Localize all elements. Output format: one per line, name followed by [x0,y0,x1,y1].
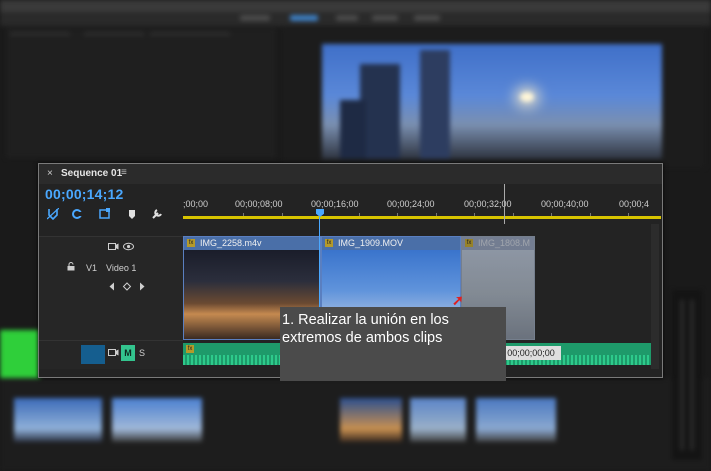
ruler-label: 00;00;4 [619,199,650,209]
ruler-label: 00;00;16;00 [311,199,359,209]
linked-selection-icon[interactable] [71,208,83,220]
camera-icon[interactable] [108,242,119,253]
bg-thumbnail [476,398,556,442]
bg-thumbnail [410,398,466,442]
bg-thumbnail [340,398,402,442]
track-target-button[interactable] [81,345,105,364]
bg-street-lamp [520,92,534,102]
caption-line-2: extremos de ambos clips [282,330,443,346]
bg-line [84,32,144,36]
caption-line-1: 1. Realizar la unión en los [282,312,449,328]
bg-line [150,32,230,36]
video-track-header[interactable]: V1 Video 1 [39,236,183,341]
bg-source-panel [6,28,276,158]
solo-button[interactable]: S [139,348,145,358]
ruler-label: 00;00;24;00 [387,199,435,209]
bg-building [340,100,366,159]
fx-badge-icon: fx [465,239,473,247]
sequence-tab[interactable]: Sequence 01 [61,168,122,179]
track-name[interactable]: Video 1 [106,263,136,273]
fx-badge-icon: fx [186,345,194,353]
bg-building [360,64,400,159]
instruction-caption: 1. Realizar la unión en los extremos de … [280,307,506,381]
clip-name: IMG_1909.MOV [338,238,404,248]
camera-icon[interactable] [108,348,119,359]
eye-icon[interactable] [123,242,134,253]
lock-icon[interactable] [67,262,75,273]
ruler-label: ;00;00 [183,199,209,209]
audio-track-header[interactable]: M S [39,340,183,369]
bg-tab [240,15,270,21]
ruler-label: 00;00;40;00 [541,199,589,209]
playhead-timecode[interactable]: 00;00;14;12 [45,186,123,202]
cursor-line [504,184,505,224]
keyframe-nav-icon[interactable] [109,282,145,293]
time-ruler[interactable]: ;00;00 00;00;08;00 00;00;16;00 00;00;24;… [183,192,661,217]
bg-tab [290,15,318,21]
timecode-tooltip: 00;00;00;00 [501,346,561,360]
bg-audio-meter [672,290,702,460]
clip-name: IMG_2258.m4v [200,238,262,248]
ruler-label: 00;00;08;00 [235,199,283,209]
bg-meter-bar [690,300,694,450]
wrench-icon[interactable] [151,208,163,220]
snap-icon[interactable] [46,207,60,221]
panel-menu-icon[interactable]: ≡ [121,167,127,178]
vertical-scrollbar[interactable] [651,224,659,369]
bg-tab [336,15,358,21]
bg-thumbnail [112,398,202,442]
bg-meter-bar [680,300,684,450]
bg-thumbnail [14,398,102,442]
bg-tab [372,15,398,21]
bg-building [420,50,450,159]
clip-name: IMG_1808.M [478,238,531,248]
mute-button[interactable]: M [121,345,135,361]
bg-line [10,32,70,36]
bg-menubar [0,0,711,12]
add-marker-icon[interactable] [99,208,111,220]
track-id[interactable]: V1 [86,263,97,273]
bg-tab [414,15,440,21]
work-area-bar[interactable] [183,216,661,219]
timeline-tab-bar [39,164,662,184]
bg-green-block [0,330,40,380]
fx-badge-icon: fx [325,239,333,247]
fx-badge-icon: fx [187,239,195,247]
close-icon[interactable]: × [47,168,53,179]
marker-icon[interactable] [126,208,138,220]
